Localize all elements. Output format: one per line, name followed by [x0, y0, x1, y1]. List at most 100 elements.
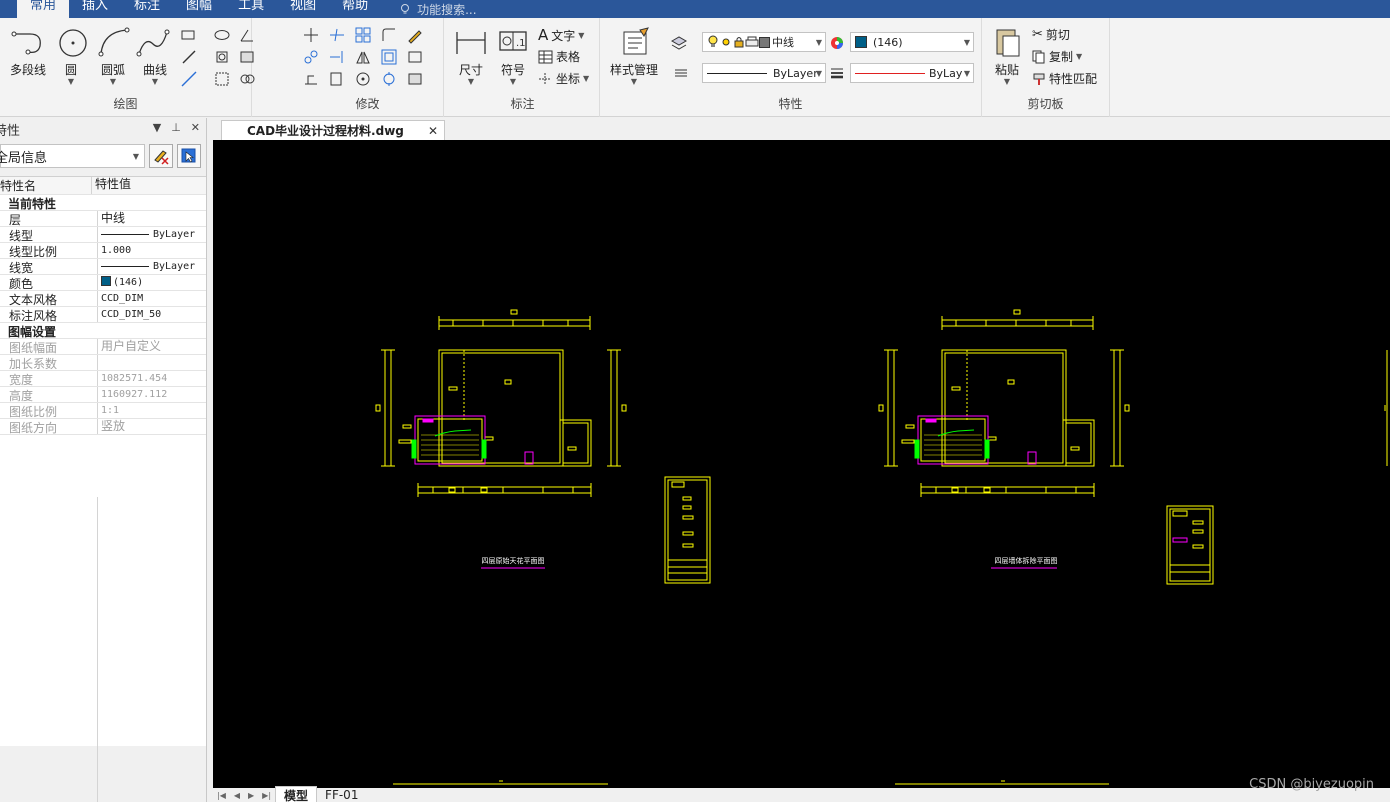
drawing-canvas[interactable]: 四层原始天花平面图 四层墙体拆除平面图 [213, 140, 1390, 788]
chevron-down-icon: ▼ [963, 68, 970, 78]
style-manager-icon [623, 27, 649, 55]
menu-tab-frame[interactable]: 图幅 [173, 0, 225, 18]
partial-plan-edge [1384, 350, 1388, 466]
cut-button[interactable]: ✂ 剪切 [1032, 26, 1070, 43]
circle-button[interactable]: 圆 ▼ [48, 26, 94, 86]
property-row-linetype-scale[interactable]: 线型比例 1.000 [0, 243, 206, 259]
copy-objects-icon[interactable] [302, 48, 320, 66]
close-icon[interactable]: ✕ [428, 124, 438, 138]
copy-button[interactable]: 复制 ▼ [1032, 48, 1082, 65]
chevron-down-icon: ▼ [815, 37, 822, 47]
boundary-icon[interactable] [238, 70, 256, 88]
text-button[interactable]: A 文字 ▼ [538, 26, 584, 44]
previous-tab-icon[interactable]: ◀ [234, 791, 240, 800]
chevron-down-icon[interactable]: ▼ [606, 78, 662, 86]
move-icon[interactable] [302, 26, 320, 44]
coordinate-label: 坐标 [556, 72, 581, 86]
arc-button[interactable]: 圆弧 ▼ [90, 26, 136, 86]
trim-icon[interactable] [328, 26, 346, 44]
pin-icon[interactable]: ⊥ [171, 121, 181, 134]
linetype-list-icon[interactable] [672, 64, 690, 82]
spline-button[interactable]: 曲线 ▼ [132, 26, 178, 86]
layout-tab-model[interactable]: 模型 [275, 786, 318, 802]
chevron-down-icon[interactable]: ▼ [132, 78, 178, 86]
construction-line-icon[interactable] [180, 70, 198, 88]
close-icon[interactable]: ✕ [191, 121, 200, 134]
next-tab-icon[interactable]: ▶ [248, 791, 254, 800]
explode-icon[interactable] [380, 70, 398, 88]
first-tab-icon[interactable]: |◀ [217, 791, 226, 800]
menu-tab-insert[interactable]: 插入 [69, 0, 121, 18]
toggle-pickadd-button[interactable] [149, 144, 173, 168]
coordinate-button[interactable]: 坐标 ▼ [538, 70, 589, 87]
edit-icon[interactable] [406, 26, 424, 44]
select-objects-button[interactable] [177, 144, 201, 168]
rotate-icon[interactable] [354, 70, 372, 88]
lineweight-list-icon[interactable] [828, 64, 846, 82]
lineweight-select[interactable]: ByLayer ▼ [850, 63, 974, 83]
menu-tab-tools[interactable]: 工具 [225, 0, 277, 18]
line-icon[interactable] [180, 48, 198, 66]
cad-application: 常用 插入 标注 图幅 工具 视图 帮助 功能搜索... 多段线 圆 ▼ 圆弧 … [0, 0, 1390, 802]
rectangle-select-icon[interactable] [406, 48, 424, 66]
paste-button[interactable]: 粘贴 ▼ [984, 26, 1030, 86]
hatch-icon[interactable] [238, 48, 256, 66]
panel-menu-icon[interactable]: ▼ [153, 121, 161, 134]
polygon-icon[interactable] [213, 48, 231, 66]
symbol-button[interactable]: .1 符号 ▼ [490, 26, 536, 86]
polyline-button[interactable]: 多段线 [5, 26, 51, 78]
dimension-button[interactable]: 尺寸 ▼ [448, 26, 494, 86]
object-type-select[interactable]: 全局信息 ▼ [0, 144, 145, 168]
cut-label: 剪切 [1045, 28, 1070, 42]
document-tab[interactable]: CAD毕业设计过程材料.dwg ✕ [221, 120, 445, 140]
property-name: 线型 [0, 227, 98, 242]
properties-group-label: 特性 [778, 97, 803, 111]
color-select[interactable]: (146) ▼ [850, 32, 974, 52]
extend-icon[interactable] [328, 48, 346, 66]
property-row-height: 高度 1160927.112 [0, 387, 206, 403]
feature-search[interactable]: 功能搜索... [399, 1, 477, 18]
property-row-linetype[interactable]: 线型 ByLayer [0, 227, 206, 243]
color-wheel-icon[interactable] [828, 34, 846, 52]
last-tab-icon[interactable]: ▶| [262, 791, 271, 800]
menu-tab-view[interactable]: 视图 [277, 0, 329, 18]
chevron-down-icon[interactable]: ▼ [984, 78, 1030, 86]
chevron-down-icon[interactable]: ▼ [490, 78, 536, 86]
property-row-lineweight[interactable]: 线宽 ByLayer [0, 259, 206, 275]
section-current-properties[interactable]: 当前特性 [0, 195, 206, 211]
region-icon[interactable] [213, 70, 231, 88]
rectangle-icon[interactable] [180, 26, 198, 44]
table-button[interactable]: 表格 [538, 48, 580, 65]
property-row-text-style[interactable]: 文本风格 CCD_DIM [0, 291, 206, 307]
property-row-color[interactable]: 颜色 (146) [0, 275, 206, 291]
style-manager-button[interactable]: 样式管理 ▼ [606, 26, 662, 86]
fillet-icon[interactable] [380, 26, 398, 44]
search-placeholder: 功能搜索... [417, 2, 477, 17]
layer-select[interactable]: 中线 ▼ [702, 32, 826, 52]
ellipse-icon[interactable] [213, 26, 231, 44]
angle-icon[interactable] [238, 26, 256, 44]
offset-icon[interactable] [380, 48, 398, 66]
chevron-down-icon[interactable]: ▼ [448, 78, 494, 86]
chevron-down-icon[interactable]: ▼ [90, 78, 136, 86]
menu-tab-home[interactable]: 常用 [17, 0, 70, 18]
property-row-dim-style[interactable]: 标注风格 CCD_DIM_50 [0, 307, 206, 323]
property-value: 1.000 [101, 245, 132, 256]
menu-tab-help[interactable]: 帮助 [329, 0, 381, 18]
properties-paint-icon[interactable] [406, 70, 424, 88]
menu-tab-dimension[interactable]: 标注 [121, 0, 173, 18]
array-icon[interactable] [354, 26, 372, 44]
layout-tab-ff01[interactable]: FF-01 [317, 788, 366, 802]
match-properties-button[interactable]: 特性匹配 [1032, 70, 1097, 87]
layer-manager-icon[interactable] [670, 34, 688, 52]
chevron-down-icon[interactable]: ▼ [48, 78, 94, 86]
linetype-select[interactable]: ByLayer ▼ [702, 63, 826, 83]
property-row-layer[interactable]: 层 中线 [0, 211, 206, 227]
property-name: 文本风格 [0, 291, 98, 306]
section-frame-settings[interactable]: 图幅设置 [0, 323, 206, 339]
stretch-icon[interactable] [302, 70, 320, 88]
modify-group: 修改 [292, 18, 444, 117]
property-value: 1160927.112 [101, 389, 168, 400]
scale-icon[interactable] [328, 70, 346, 88]
mirror-icon[interactable] [354, 48, 372, 66]
